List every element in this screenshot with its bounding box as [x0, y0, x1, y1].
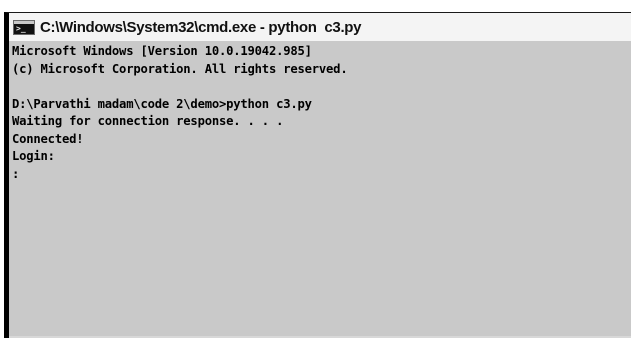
console-line-connected: Connected!	[12, 131, 84, 146]
window-title: C:\Windows\System32\cmd.exe - python c3.…	[40, 18, 362, 36]
console-line-waiting: Waiting for connection response. . . .	[12, 114, 284, 128]
console-output[interactable]: Microsoft Windows [Version 10.0.19042.98…	[12, 43, 631, 338]
cmd-window: >_ C:\Windows\System32\cmd.exe - python …	[4, 12, 631, 338]
cmd-console-icon[interactable]: >_	[13, 19, 35, 35]
title-bar[interactable]: >_ C:\Windows\System32\cmd.exe - python …	[9, 13, 631, 41]
console-line-blank	[12, 78, 631, 96]
console-line-copyright: (c) Microsoft Corporation. All rights re…	[12, 61, 348, 76]
console-line-command: D:\Parvathi madam\code 2\demo>python c3.…	[12, 96, 312, 111]
console-line-version: Microsoft Windows [Version 10.0.19042.98…	[12, 44, 312, 58]
console-line-login: Login:	[12, 149, 55, 163]
prompt-glyph: >_	[16, 23, 26, 33]
console-line-input-prompt[interactable]: :	[12, 166, 631, 184]
